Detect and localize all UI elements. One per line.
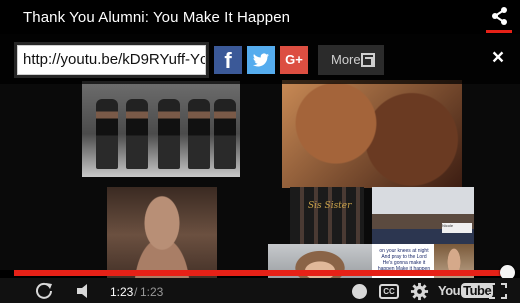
twitter-share-button[interactable]	[247, 46, 275, 74]
share-icon[interactable]	[490, 6, 510, 26]
verse-text: on your knees at night And pray to the L…	[377, 248, 431, 272]
video-title[interactable]: Thank You Alumni: You Make It Happen	[23, 9, 290, 26]
youtube-logo-you: You	[438, 283, 461, 298]
current-time: 1:23	[110, 285, 134, 299]
dancer-figure	[158, 99, 180, 169]
control-bar: 1:23 / 1:23 CC You Tube	[0, 278, 520, 303]
annotations-icon[interactable]	[352, 284, 367, 299]
external-link-icon	[361, 53, 375, 67]
google-plus-icon: G+	[285, 52, 303, 67]
replay-icon[interactable]	[34, 280, 54, 300]
gear-icon[interactable]	[410, 282, 429, 301]
video-player[interactable]: Sis Sister Nicole on your knees at night…	[0, 0, 520, 303]
time-separator: /	[134, 285, 138, 299]
dancer-figure	[96, 99, 118, 169]
video-tile-couple	[282, 80, 462, 188]
more-share-button[interactable]: More	[318, 45, 384, 75]
close-icon[interactable]: ×	[488, 46, 508, 70]
video-tile-dancers	[82, 81, 240, 177]
google-plus-share-button[interactable]: G+	[280, 46, 308, 74]
dancer-figure	[214, 99, 236, 169]
dancer-figure	[188, 99, 210, 169]
share-url-field[interactable]: http://youtu.be/kD9RYuff-Yc	[17, 45, 206, 75]
total-duration: 1:23	[140, 285, 164, 299]
twitter-icon	[253, 53, 269, 67]
progress-bar[interactable]	[14, 270, 508, 276]
video-tile-group: Sis Sister	[290, 187, 364, 245]
dancer-figure	[126, 99, 148, 169]
youtube-logo[interactable]: You Tube	[438, 283, 494, 300]
group-logo: Sis Sister	[308, 201, 352, 211]
fullscreen-icon[interactable]	[488, 282, 508, 300]
captions-icon[interactable]: CC	[379, 284, 399, 299]
volume-icon[interactable]	[74, 282, 96, 300]
facebook-icon: f	[224, 48, 232, 73]
share-panel: http://youtu.be/kD9RYuff-Yc f G+ More ×	[0, 34, 520, 84]
title-bar: Thank You Alumni: You Make It Happen	[0, 0, 520, 34]
more-label: More	[331, 52, 361, 67]
video-tile-office: Nicole	[372, 187, 474, 247]
share-active-indicator	[486, 30, 512, 33]
facebook-share-button[interactable]: f	[214, 46, 242, 74]
office-caption: Nicole	[442, 223, 472, 233]
